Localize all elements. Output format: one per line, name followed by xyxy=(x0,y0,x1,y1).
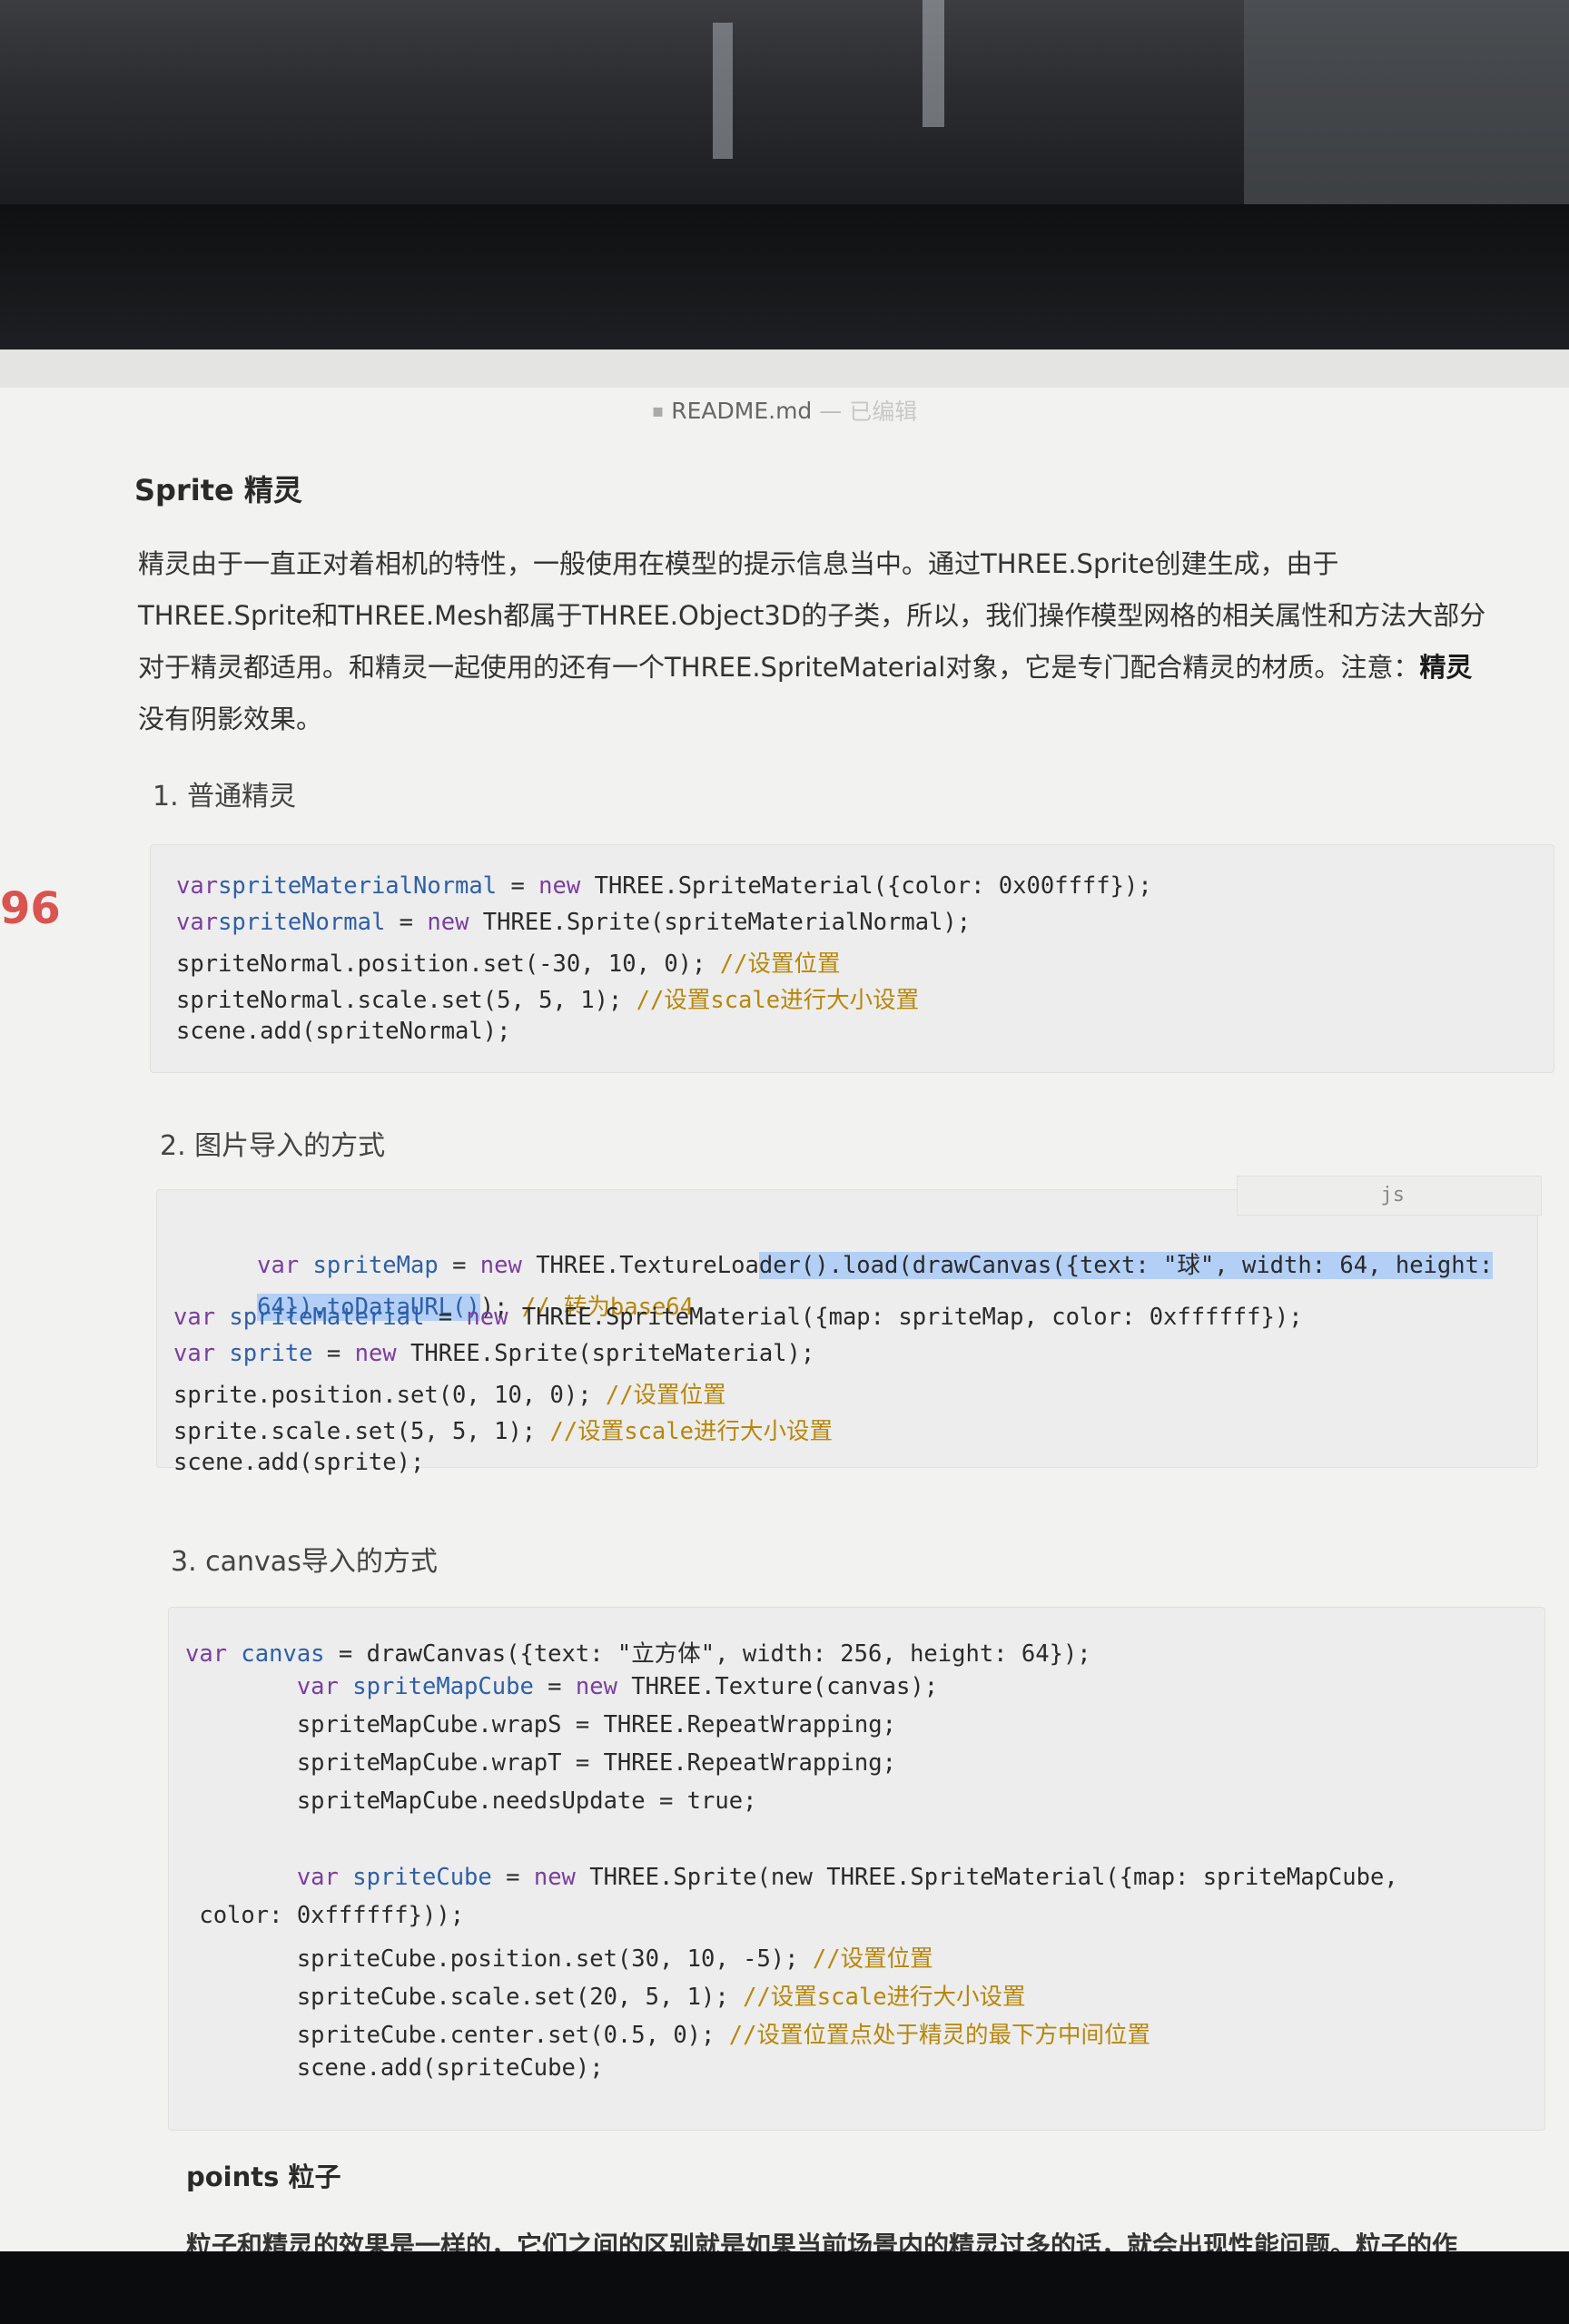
code-line: var spriteMaterial = new THREE.SpriteMat… xyxy=(173,1304,1303,1331)
code-language-selector[interactable]: js xyxy=(1237,1176,1542,1216)
code-line: scene.add(spriteCube); xyxy=(185,2054,604,2082)
code-line: scene.add(sprite); xyxy=(173,1449,425,1476)
para-line: 没有阴影效果。 xyxy=(138,704,323,734)
para-line: 精灵由于一直正对着相机的特性，一般使用在模型的提示信息当中。通过THREE.Sp… xyxy=(138,548,1339,579)
code-line: var canvas = drawCanvas({text: "立方体", wi… xyxy=(185,1640,1091,1668)
code-line: spriteCube.scale.set(20, 5, 1); //设置scal… xyxy=(185,1984,1026,2011)
code-line: spriteMapCube.wrapS = THREE.RepeatWrappi… xyxy=(185,1711,896,1738)
code-line: spriteCube.position.set(30, 10, -5); //设… xyxy=(185,1945,933,1973)
points-heading: points 粒子 xyxy=(186,2162,341,2192)
code-line: color: 0xffffff})); xyxy=(185,1902,465,1929)
para-line: 对于精灵都适用。和精灵一起使用的还有一个THREE.SpriteMaterial… xyxy=(138,652,1473,683)
background-post xyxy=(713,23,733,159)
code-line: var sprite = new THREE.Sprite(spriteMate… xyxy=(173,1340,815,1367)
code-line: spriteCube.center.set(0.5, 0); //设置位置点处于… xyxy=(185,2022,1150,2049)
code-block-normal-sprite[interactable]: varspriteMaterialNormal = new THREE.Spri… xyxy=(150,844,1554,1073)
code-line: varspriteNormal = new THREE.Sprite(sprit… xyxy=(176,909,972,936)
title-bar: ▪ README.md — 已编辑 xyxy=(0,388,1569,433)
code-line: varspriteMaterialNormal = new THREE.Spri… xyxy=(176,872,1152,900)
code-block-canvas-sprite[interactable]: var canvas = drawCanvas({text: "立方体", wi… xyxy=(168,1607,1545,2131)
document-icon: ▪ xyxy=(651,399,665,421)
monitor-bezel-bottom xyxy=(0,2251,1569,2324)
code-line: spriteMapCube.needsUpdate = true; xyxy=(185,1787,757,1815)
background-panel xyxy=(1244,0,1569,209)
code-line: spriteMapCube.wrapT = THREE.RepeatWrappi… xyxy=(185,1749,896,1777)
bold-text: 精灵 xyxy=(1419,652,1473,683)
editor-window: ▪ README.md — 已编辑 96 Sprite 精灵 精灵由于一直正对着… xyxy=(0,350,1569,2251)
code-line: sprite.scale.set(5, 5, 1); //设置scale进行大小… xyxy=(173,1418,833,1445)
sprite-heading: Sprite 精灵 xyxy=(134,473,302,507)
window-title: README.md xyxy=(671,397,813,424)
sprite-paragraph: 精灵由于一直正对着相机的特性，一般使用在模型的提示信息当中。通过THREE.Sp… xyxy=(138,538,1554,745)
monitor-bezel-top xyxy=(0,204,1569,350)
title-separator: — xyxy=(819,397,843,424)
list-item: 1. 普通精灵 xyxy=(153,781,297,812)
code-line: scene.add(spriteNormal); xyxy=(176,1018,511,1045)
background-post xyxy=(923,0,944,127)
list-item: 2. 图片导入的方式 xyxy=(160,1130,386,1162)
para-line: THREE.Sprite和THREE.Mesh都属于THREE.Object3D… xyxy=(138,600,1486,631)
edited-status: 已编辑 xyxy=(849,399,918,425)
code-line: sprite.position.set(0, 10, 0); //设置位置 xyxy=(173,1382,726,1409)
code-line: var spriteCube = new THREE.Sprite(new TH… xyxy=(185,1864,1398,1891)
points-paragraph: 粒子和精灵的效果是一样的，它们之间的区别就是如果当前场景内的精灵过多的话，就会出… xyxy=(186,2230,1458,2251)
line-number: 96 xyxy=(0,883,61,934)
text-selection: der().load(drawCanvas({text: "球", width:… xyxy=(758,1252,1494,1279)
list-item: 3. canvas导入的方式 xyxy=(171,1546,438,1578)
code-line: spriteNormal.scale.set(5, 5, 1); //设置sca… xyxy=(176,987,920,1014)
window-top-stripe xyxy=(0,350,1569,388)
code-line: spriteNormal.position.set(-30, 10, 0); /… xyxy=(176,950,841,978)
code-line: var spriteMapCube = new THREE.Texture(ca… xyxy=(185,1673,939,1700)
code-block-image-sprite[interactable]: var spriteMap = new THREE.TextureLoader(… xyxy=(156,1189,1538,1476)
